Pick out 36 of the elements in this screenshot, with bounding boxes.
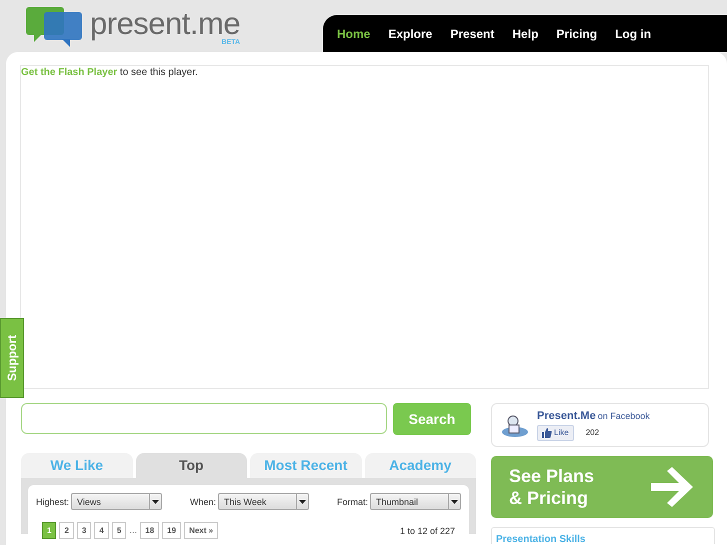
thumbs-up-icon bbox=[542, 428, 552, 438]
like-button[interactable]: Like bbox=[537, 424, 574, 440]
results-count: 1 to 12 of 227 bbox=[400, 526, 456, 536]
caret-icon bbox=[451, 500, 458, 504]
page-link[interactable]: 18 bbox=[140, 522, 160, 539]
page-link[interactable]: 4 bbox=[94, 522, 109, 539]
dropdown[interactable]: Thumbnail bbox=[370, 493, 461, 510]
filter-label: Highest: bbox=[36, 496, 70, 506]
tab[interactable]: Top bbox=[136, 453, 247, 478]
dropdown[interactable]: Views bbox=[71, 493, 162, 510]
page-link[interactable]: 3 bbox=[76, 522, 92, 539]
logo-wordmark: present.me bbox=[90, 9, 240, 39]
nav-link[interactable]: Pricing bbox=[556, 26, 598, 40]
next-link[interactable]: Next » bbox=[184, 522, 218, 539]
caret-icon bbox=[152, 500, 160, 504]
dropdown[interactable]: This Week bbox=[218, 493, 310, 510]
page-link[interactable]: 5 bbox=[112, 522, 126, 539]
nav-link[interactable]: Help bbox=[512, 26, 538, 40]
like-count: 202 bbox=[586, 428, 600, 437]
filter-label: When: bbox=[190, 496, 216, 506]
player-message: Get the Flash Player to see this player. bbox=[21, 66, 199, 78]
page-link[interactable]: 19 bbox=[162, 522, 182, 539]
page-name-link[interactable]: Present.Me bbox=[537, 410, 596, 422]
page-link[interactable]: 2 bbox=[59, 522, 74, 539]
mascot-icon bbox=[501, 413, 529, 437]
arrow-right-icon bbox=[651, 467, 693, 507]
nav-link[interactable]: Present bbox=[450, 26, 494, 40]
filter-label: Format: bbox=[336, 496, 368, 506]
nav-link[interactable]: Log in bbox=[615, 26, 652, 40]
ellipsis: … bbox=[129, 526, 138, 535]
search-field[interactable] bbox=[21, 403, 387, 434]
nav-link[interactable]: Explore bbox=[388, 26, 432, 40]
speech-bubbles-icon bbox=[26, 7, 84, 47]
nav-link[interactable]: Home bbox=[337, 26, 370, 40]
caret-icon bbox=[299, 500, 306, 504]
facebook-label: on Facebook bbox=[598, 410, 650, 420]
